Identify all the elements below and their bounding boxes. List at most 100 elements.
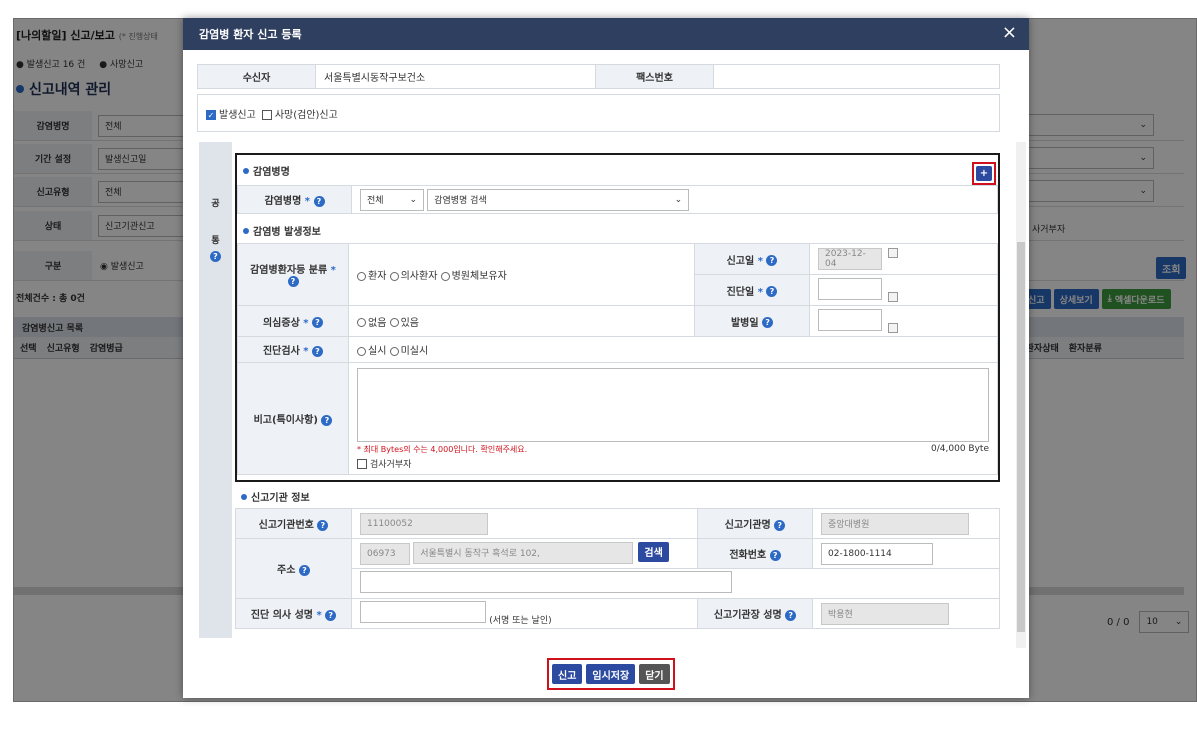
side-tab-char: 통 [211, 236, 220, 246]
radio-symptom-none[interactable]: 없음 [357, 318, 386, 329]
help-icon: ? [287, 276, 299, 288]
phone-input[interactable]: 02-1800-1114 [821, 542, 933, 565]
phone-cell: 02-1800-1114 [812, 538, 1000, 569]
remarks-textarea[interactable] [357, 367, 989, 442]
help-icon: ? [766, 255, 778, 266]
calendar-icon[interactable] [888, 322, 898, 333]
help-icon: ? [325, 609, 337, 621]
help-icon: ? [313, 195, 325, 207]
inst-no-label: 신고기관번호 ? [235, 508, 352, 539]
patient-class-options: 환자 의사환자 병원체보유자 [348, 243, 695, 306]
disease-search-select[interactable]: 감염병명 검색 ⌄ [427, 188, 690, 211]
remarks-notice: * 최대 Bytes의 수는 4,000입니다. 확인해주세요. [357, 444, 528, 454]
report-date-input[interactable]: 2023-12-04 [818, 248, 882, 270]
inst-name-label: 신고기관명 ? [697, 508, 813, 539]
institution-table: 신고기관번호 ? 11100052 신고기관명 ? 중앙대병원 주소 ? 069… [235, 508, 1000, 629]
onset-date-label: 발병일 ? [694, 305, 810, 337]
report-type-box: ✓ 발생신고 사망(검안)신고 [197, 94, 1000, 132]
diagnosis-date-input[interactable] [818, 277, 882, 300]
address-cell: 06973 서울특별시 동작구 흑석로 102, 검색 [351, 538, 698, 569]
remarks-cell: * 최대 Bytes의 수는 4,000입니다. 확인해주세요. 0/4,000… [348, 362, 998, 475]
radio-patient[interactable]: 환자 [357, 271, 386, 282]
side-tab-common[interactable]: 공 통 [199, 142, 232, 638]
head-cell: 박용현 [812, 598, 1000, 629]
institution-section-title: 신고기관 정보 [241, 489, 310, 504]
address-detail-cell [351, 568, 1000, 599]
diagnosis-date-cell [809, 274, 998, 306]
checkbox-icon [261, 109, 272, 120]
help-icon: ? [317, 519, 329, 531]
recipient-label: 수신자 [197, 64, 316, 89]
temp-save-button[interactable]: 임시저장 [586, 664, 636, 684]
fax-label: 팩스번호 [595, 64, 714, 89]
address-detail-input[interactable] [360, 571, 732, 593]
checkbox-checked-icon: ✓ [206, 109, 216, 120]
disease-section-title: 감염병명 [243, 163, 290, 178]
inst-no-input: 11100052 [360, 512, 488, 535]
head-label: 신고기관장 성명 ? [697, 598, 813, 629]
disease-input-cell: 전체 ⌄ 감염병명 검색 ⌄ [351, 185, 998, 214]
test-options: 실시 미실시 [348, 336, 998, 363]
report-date-label: 신고일 * ? [694, 243, 810, 275]
symptom-options: 없음 있음 [348, 305, 695, 337]
help-icon: ? [766, 286, 778, 297]
help-icon: ? [312, 317, 323, 328]
modal-title: 감염병 환자 신고 등록 [199, 28, 302, 41]
recipient-table: 수신자 서울특별시동작구보건소 팩스번호 [197, 64, 1000, 89]
close-icon[interactable]: × [1002, 24, 1017, 42]
chevron-down-icon: ⌄ [674, 194, 683, 205]
radio-symptom-yes[interactable]: 있음 [389, 318, 419, 329]
highlight-box [972, 162, 996, 185]
report-type-occurrence[interactable]: ✓ 발생신고 [206, 106, 256, 121]
modal-header: 감염병 환자 신고 등록 [183, 18, 1029, 50]
disease-table: 감염병명 * ? 전체 ⌄ 감염병명 검색 ⌄ [237, 185, 998, 214]
inst-name-input: 중앙대병원 [821, 512, 969, 535]
radio-test-not-done[interactable]: 미실시 [389, 346, 428, 357]
scrollbar-thumb[interactable] [1017, 242, 1025, 632]
onset-date-cell [809, 305, 998, 337]
report-modal: 감염병 환자 신고 등록 × 수신자 서울특별시동작구보건소 팩스번호 ✓ 발생신… [183, 18, 1029, 698]
head-input: 박용현 [821, 602, 949, 625]
help-icon: ? [321, 414, 333, 426]
help-icon: ? [774, 519, 786, 531]
radio-suspected[interactable]: 의사환자 [389, 271, 437, 282]
disease-section: 감염병명 + 감염병명 * ? 전체 ⌄ 감염병명 검색 ⌄ 감염병 발생정보 감염… [235, 153, 1000, 482]
address-search-button[interactable]: 검색 [638, 541, 669, 562]
occurrence-table: 감염병환자등 분류 * ? 환자 의사환자 병원체보유자 신고일 * ? 202… [237, 243, 998, 475]
inst-name-cell: 중앙대병원 [812, 508, 1000, 539]
vertical-scrollbar[interactable] [1016, 142, 1026, 648]
help-icon[interactable]: ? [210, 251, 221, 263]
remarks-label: 비고(특이사항) ? [237, 362, 349, 475]
recipient-value: 서울특별시동작구보건소 [315, 64, 596, 89]
chevron-down-icon: ⌄ [409, 194, 417, 205]
fax-value [713, 64, 1000, 89]
diagnosis-date-label: 진단일 * ? [694, 274, 810, 306]
radio-carrier[interactable]: 병원체보유자 [440, 271, 507, 282]
doctor-label: 진단 의사 성명 * ? [235, 598, 352, 629]
checkbox-icon [357, 459, 367, 469]
help-icon: ? [769, 549, 781, 561]
refuse-test-checkbox[interactable]: 검사거부자 [357, 457, 989, 470]
report-date-cell: 2023-12-04 [809, 243, 998, 275]
phone-label: 전화번호 ? [697, 538, 813, 569]
radio-test-done[interactable]: 실시 [357, 346, 386, 357]
help-icon: ? [298, 564, 310, 576]
onset-date-input[interactable] [818, 308, 882, 331]
close-button[interactable]: 닫기 [639, 664, 670, 684]
address-input: 서울특별시 동작구 흑석로 102, [413, 541, 634, 564]
disease-select[interactable]: 전체 ⌄ [360, 188, 424, 211]
calendar-icon[interactable] [888, 248, 898, 258]
test-label: 진단검사 * ? [237, 336, 349, 363]
calendar-icon[interactable] [888, 291, 898, 302]
side-tab-char: 공 [211, 199, 220, 209]
report-button[interactable]: 신고 [552, 664, 583, 684]
doctor-input[interactable] [360, 601, 486, 623]
address-label: 주소 ? [235, 538, 352, 599]
help-icon: ? [762, 317, 774, 328]
remarks-counter: 0/4,000 Byte [931, 443, 989, 454]
patient-class-label: 감염병환자등 분류 * ? [237, 243, 349, 306]
disease-label: 감염병명 * ? [237, 185, 352, 214]
inst-no-cell: 11100052 [351, 508, 698, 539]
footer-buttons: 신고 임시저장 닫기 [547, 658, 675, 690]
report-type-death[interactable]: 사망(검안)신고 [261, 106, 338, 121]
